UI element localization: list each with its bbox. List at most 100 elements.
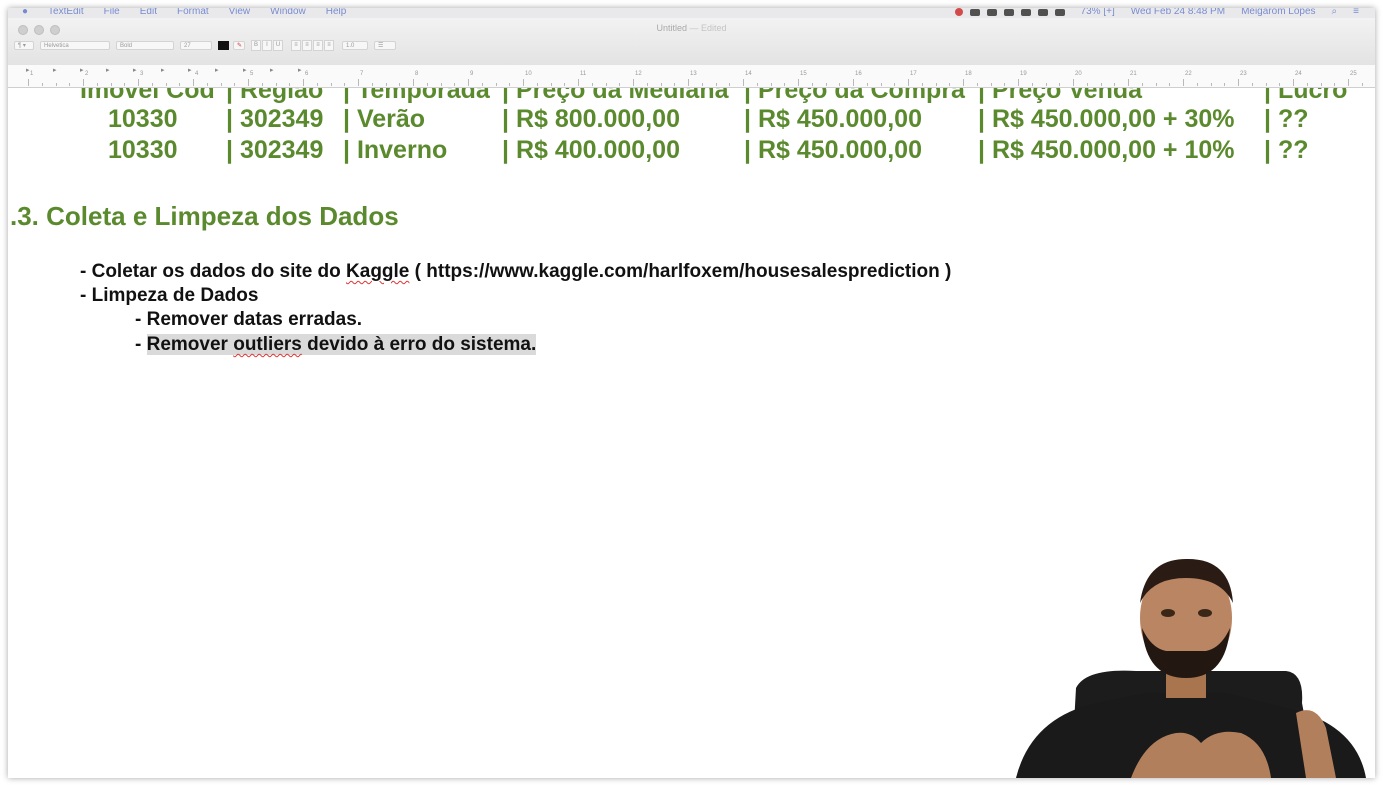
menu-edit[interactable]: Edit <box>140 8 157 17</box>
tab-stop-marker[interactable]: ▸ <box>26 66 30 74</box>
status-icon[interactable] <box>1003 8 1014 16</box>
ruler-number: 18 <box>965 71 972 77</box>
tab-stop-marker[interactable]: ▸ <box>106 66 110 74</box>
menu-format[interactable]: Format <box>177 8 209 17</box>
ruler-number: 15 <box>800 71 807 77</box>
tab-stop-marker[interactable]: ▸ <box>53 66 57 74</box>
ruler-tick <box>1306 83 1308 86</box>
list-style-select[interactable]: ☰ <box>374 41 396 50</box>
paragraph-style-select[interactable]: ¶ ▾ <box>14 41 34 50</box>
table-cell: | R$ 450.000,00 + 30% <box>978 105 1235 133</box>
ruler-tick <box>1045 83 1047 86</box>
menu-file[interactable]: File <box>104 8 120 17</box>
ruler-tick <box>866 83 868 86</box>
ruler-number: 4 <box>195 71 199 77</box>
menu-window[interactable]: Window <box>270 8 306 17</box>
sub-bullet-dates: - Remover datas erradas. <box>135 309 363 330</box>
menubar-user[interactable]: Meigarom Lopes <box>1241 8 1315 17</box>
ruler-tick <box>371 83 373 86</box>
control-center-icon[interactable]: ≡ <box>1353 8 1359 17</box>
ruler-tick <box>1334 83 1336 86</box>
line-spacing-select[interactable]: 1.0 <box>342 41 368 50</box>
ruler-number: 6 <box>305 71 309 77</box>
tab-stop-marker[interactable]: ▸ <box>215 66 219 74</box>
ruler-tick <box>715 83 717 86</box>
ruler-tick <box>605 83 607 86</box>
menu-app[interactable]: TextEdit <box>48 8 84 17</box>
record-icon[interactable] <box>954 8 963 16</box>
tab-stop-marker[interactable]: ▸ <box>243 66 247 74</box>
ruler-tick <box>1059 83 1061 86</box>
ruler-tick <box>1224 83 1226 86</box>
ruler-tick <box>1128 79 1129 86</box>
macos-menubar: ● TextEdit File Edit Format View Window … <box>8 8 1375 18</box>
table-cell: | R$ 400.000,00 <box>502 136 680 164</box>
bullet-text: Remover <box>146 334 234 355</box>
menu-view[interactable]: View <box>229 8 251 17</box>
ruler-tick <box>344 83 346 86</box>
paragraph-style-value: ¶ ▾ <box>18 43 26 49</box>
line-spacing-value: 1.0 <box>346 42 355 49</box>
ruler-tick <box>743 79 744 86</box>
ruler-tick <box>316 83 318 86</box>
menu-help[interactable]: Help <box>326 8 347 17</box>
ruler-tick <box>701 83 703 86</box>
underline-button[interactable]: U <box>273 40 283 51</box>
status-icon[interactable] <box>1020 8 1031 16</box>
tab-stop-marker[interactable]: ▸ <box>161 66 165 74</box>
ruler-tick <box>1155 83 1157 86</box>
font-family-select[interactable]: Helvetica <box>40 41 110 50</box>
italic-button[interactable]: I <box>262 40 272 51</box>
ruler-tick <box>179 83 181 86</box>
justify-icon[interactable]: ≡ <box>324 40 334 51</box>
align-left-icon[interactable]: ≡ <box>291 40 301 51</box>
tab-stop-marker[interactable]: ▸ <box>80 66 84 74</box>
list-icon: ☰ <box>378 43 384 49</box>
table-cell: 10330 <box>108 105 178 133</box>
tab-stop-marker[interactable]: ▸ <box>298 66 302 74</box>
font-style-select[interactable]: Bold <box>116 41 174 50</box>
menubar-clock[interactable]: Wed Feb 24 8:48 PM <box>1131 8 1225 17</box>
ruler-tick <box>1279 83 1281 86</box>
ruler-tick <box>165 83 167 86</box>
ruler-tick <box>1361 83 1363 86</box>
ruler-tick <box>454 83 456 86</box>
textedit-window: ● TextEdit File Edit Format View Window … <box>8 8 1375 778</box>
status-icon[interactable] <box>969 8 980 16</box>
table-cell: | R$ 800.000,00 <box>502 105 680 133</box>
bullet-text: - Coletar os dados do site do <box>80 261 347 282</box>
ruler-number: 16 <box>855 71 862 77</box>
ruler-tick <box>756 83 758 86</box>
ruler-tick <box>41 83 43 86</box>
text-color-swatch[interactable] <box>218 41 229 50</box>
ruler-number: 5 <box>250 71 254 77</box>
ruler-tick <box>509 83 511 86</box>
ruler-tick <box>151 83 153 86</box>
ruler-number: 24 <box>1295 71 1302 77</box>
ruler[interactable]: 1 2 3 4 5 6 7 8 9 10 11 12 13 14 15 16 17 18 19 20 21 22 23 24 2… <box>8 65 1375 88</box>
bold-button[interactable]: B <box>251 40 261 51</box>
table-cell: | 302349 <box>226 136 324 164</box>
ruler-tick <box>729 83 731 86</box>
ruler-number: 2 <box>85 71 89 77</box>
ruler-tick <box>798 79 799 86</box>
tab-stop-marker[interactable]: ▸ <box>133 66 137 74</box>
align-center-icon[interactable]: ≡ <box>302 40 312 51</box>
ruler-tick <box>963 79 964 86</box>
ruler-tick <box>289 83 291 86</box>
status-icon[interactable] <box>1037 8 1048 16</box>
status-icon[interactable] <box>986 8 997 16</box>
wifi-icon[interactable] <box>1054 8 1065 16</box>
tab-stop-marker[interactable]: ▸ <box>188 66 192 74</box>
selected-text[interactable]: Remover outliers devido à erro do sistem… <box>146 334 537 355</box>
ruler-number: 20 <box>1075 71 1082 77</box>
spotlight-search-icon[interactable]: ⌕ <box>1332 8 1338 17</box>
tab-stop-marker[interactable]: ▸ <box>270 66 274 74</box>
battery-status[interactable]: 73% [+] <box>1081 8 1115 17</box>
section-heading: .3. Coleta e Limpeza dos Dados <box>10 201 399 231</box>
highlight-color-button[interactable]: ✎ <box>233 41 245 50</box>
align-right-icon[interactable]: ≡ <box>313 40 323 51</box>
apple-icon[interactable]: ● <box>22 8 28 17</box>
font-size-field[interactable]: 27 <box>180 41 212 50</box>
ruler-tick <box>633 79 634 86</box>
